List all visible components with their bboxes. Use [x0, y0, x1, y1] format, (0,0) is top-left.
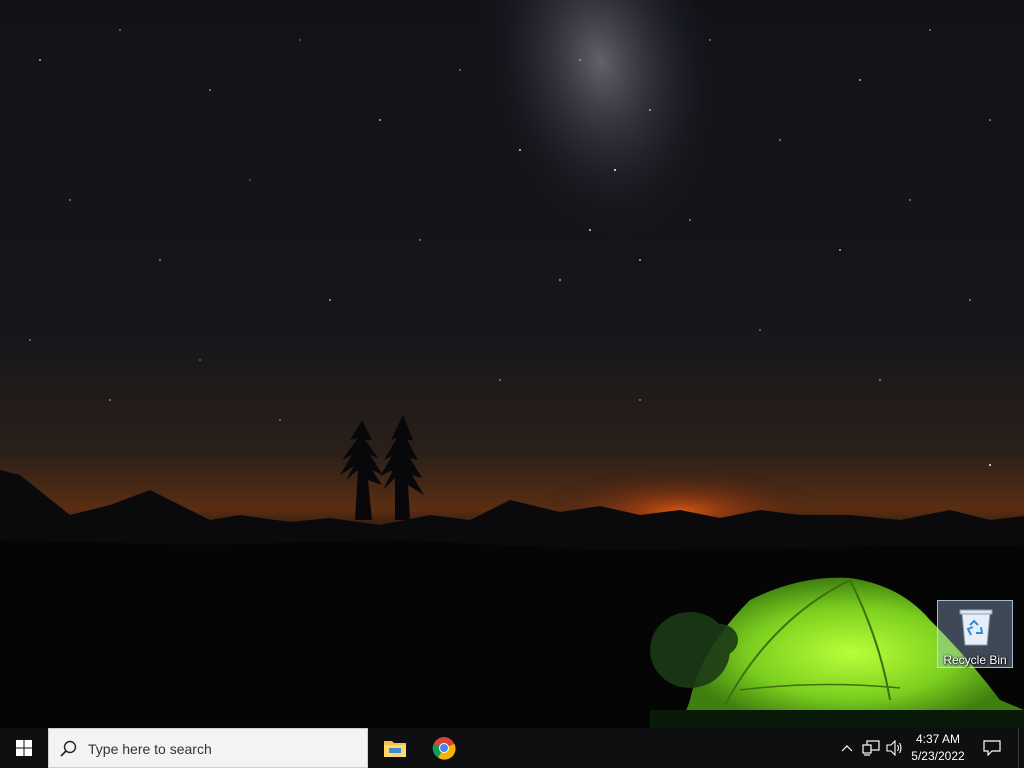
desktop-icon-recycle-bin[interactable]: Recycle Bin	[937, 600, 1013, 668]
clock-date: 5/23/2022	[911, 749, 965, 763]
recycle-bin-icon	[959, 609, 993, 646]
action-center-button[interactable]	[978, 728, 1006, 768]
volume-icon	[886, 740, 902, 756]
show-desktop-button[interactable]	[1018, 728, 1024, 768]
desktop-wallpaper	[0, 0, 1024, 728]
search-placeholder: Type here to search	[88, 741, 212, 757]
show-hidden-icons-button[interactable]	[838, 728, 856, 768]
clock-time: 4:37 AM	[915, 732, 961, 746]
taskbar-app-chrome[interactable]	[420, 728, 468, 768]
network-icon	[862, 740, 880, 756]
taskbar-app-file-explorer[interactable]	[371, 728, 419, 768]
taskbar: Type here to search 4:37 AM 5/23/2022	[0, 728, 1024, 768]
desktop-icon-label: Recycle Bin	[943, 653, 1007, 667]
search-box[interactable]: Type here to search	[48, 728, 368, 768]
file-explorer-icon	[384, 741, 406, 757]
chevron-up-icon	[841, 745, 853, 752]
desktop[interactable]: Recycle Bin	[0, 0, 1024, 728]
chrome-icon	[432, 737, 456, 760]
volume-tray-button[interactable]	[884, 728, 906, 768]
search-icon	[60, 740, 77, 757]
network-tray-button[interactable]	[860, 728, 882, 768]
windows-logo-icon	[16, 740, 32, 756]
notification-icon	[983, 740, 1001, 756]
start-button[interactable]	[0, 728, 48, 768]
taskbar-clock[interactable]: 4:37 AM 5/23/2022	[906, 728, 970, 768]
